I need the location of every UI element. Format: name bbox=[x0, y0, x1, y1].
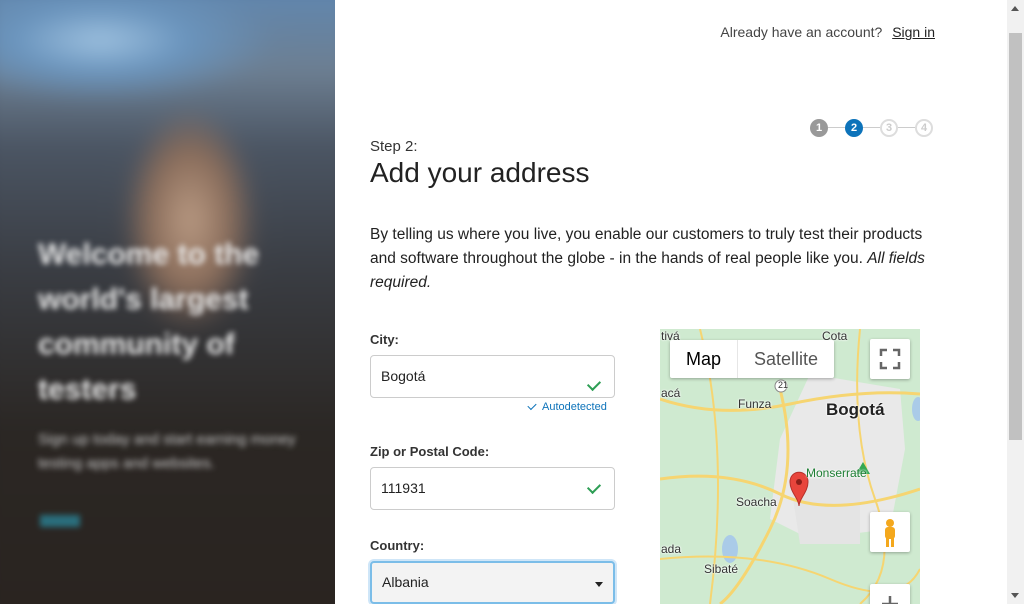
city-input[interactable]: Bogotá bbox=[370, 355, 615, 398]
location-map[interactable]: tivá Cota acá 21 Funza Bogotá Monserrate… bbox=[660, 329, 920, 604]
zip-input[interactable]: 111931 bbox=[370, 467, 615, 510]
map-place-label: Sibaté bbox=[704, 562, 739, 576]
zip-value: 111931 bbox=[381, 480, 426, 496]
map-place-label: Soacha bbox=[736, 495, 777, 509]
fullscreen-button[interactable] bbox=[870, 339, 910, 379]
autodetected-text: Autodetected bbox=[542, 401, 607, 413]
city-label: City: bbox=[370, 332, 399, 347]
stepper-connector bbox=[863, 127, 880, 128]
city-value: Bogotá bbox=[381, 368, 426, 384]
step-4: 4 bbox=[915, 119, 933, 137]
country-label: Country: bbox=[370, 538, 425, 553]
hero-link[interactable] bbox=[40, 515, 80, 527]
scroll-down-icon[interactable] bbox=[1011, 593, 1019, 598]
signin-link[interactable]: Sign in bbox=[892, 24, 935, 40]
map-place-label: Funza bbox=[738, 397, 772, 411]
street-view-button[interactable] bbox=[870, 512, 910, 552]
step-2: 2 bbox=[845, 119, 863, 137]
map-city-label: Bogotá bbox=[826, 400, 885, 419]
hero-panel: Welcome to the world's largest community… bbox=[0, 0, 335, 604]
stepper-connector bbox=[828, 127, 845, 128]
pegman-icon bbox=[885, 519, 895, 547]
zip-label: Zip or Postal Code: bbox=[370, 444, 490, 459]
map-place-label: Monserrate bbox=[806, 466, 867, 480]
check-icon bbox=[586, 479, 602, 495]
page-scrollbar[interactable] bbox=[1007, 0, 1024, 604]
autodetected-note: Autodetected bbox=[527, 400, 607, 413]
map-place-label: ada bbox=[661, 542, 682, 556]
progress-stepper: 1 2 3 4 bbox=[810, 119, 936, 137]
country-select[interactable]: Albania bbox=[370, 561, 615, 604]
check-icon bbox=[527, 400, 537, 411]
intro-body: By telling us where you live, you enable… bbox=[370, 226, 923, 267]
stepper-connector bbox=[898, 127, 915, 128]
plus-icon bbox=[882, 596, 898, 604]
map-place-label: acá bbox=[661, 386, 681, 400]
map-type-control: Map Satellite bbox=[670, 340, 835, 378]
page-title: Add your address bbox=[370, 157, 590, 188]
map-type-satellite-button[interactable]: Satellite bbox=[737, 340, 834, 378]
scroll-thumb[interactable] bbox=[1009, 33, 1022, 440]
scroll-up-icon[interactable] bbox=[1011, 6, 1019, 11]
hero-body: Sign up today and start earning money te… bbox=[38, 431, 296, 472]
intro-text: By telling us where you live, you enable… bbox=[370, 223, 945, 295]
dropdown-arrow-icon bbox=[595, 582, 603, 587]
signin-row: Already have an account? Sign in bbox=[720, 24, 935, 40]
fullscreen-icon bbox=[879, 348, 901, 370]
step-3: 3 bbox=[880, 119, 898, 137]
zoom-in-button[interactable] bbox=[870, 584, 910, 604]
step-1: 1 bbox=[810, 119, 828, 137]
map-type-map-button[interactable]: Map bbox=[670, 340, 737, 378]
step-label: Step 2: bbox=[370, 138, 418, 155]
check-icon bbox=[586, 376, 602, 392]
account-prompt: Already have an account? bbox=[720, 24, 883, 40]
country-value: Albania bbox=[382, 574, 429, 590]
map-road-label: 21 bbox=[778, 380, 789, 390]
hero-heading: Welcome to the world's largest community… bbox=[38, 238, 260, 406]
